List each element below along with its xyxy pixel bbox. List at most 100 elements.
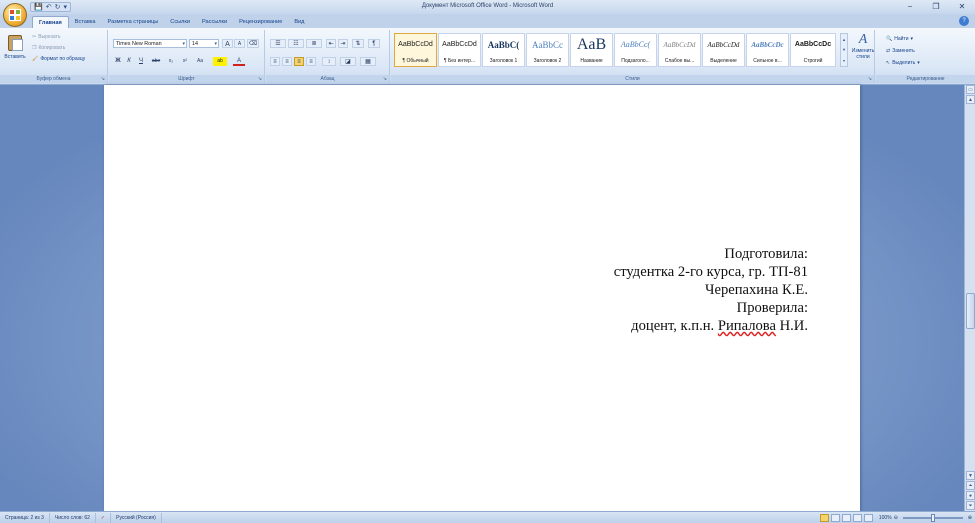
strikethrough-button[interactable]: abe bbox=[149, 57, 163, 66]
dialog-launcher-icon[interactable]: ↘ bbox=[383, 76, 387, 82]
document-line[interactable]: Черепахина К.Е. bbox=[614, 281, 808, 299]
tab-insert[interactable]: Вставка bbox=[69, 16, 102, 28]
superscript-button[interactable]: x² bbox=[179, 57, 191, 66]
document-line[interactable]: доцент, к.п.н. Рипалова Н.И. bbox=[614, 317, 808, 335]
office-button[interactable] bbox=[3, 3, 27, 27]
browse-object-icon[interactable]: ● bbox=[966, 491, 975, 500]
decrease-indent-button[interactable]: ⇤ bbox=[326, 39, 336, 48]
zoom-level[interactable]: 100% bbox=[879, 515, 892, 521]
copy-button[interactable]: ❐ Копировать bbox=[32, 45, 65, 51]
align-left-button[interactable]: ≡ bbox=[270, 57, 280, 66]
show-marks-button[interactable]: ¶ bbox=[368, 39, 380, 48]
justify-button[interactable]: ≡ bbox=[306, 57, 316, 66]
font-name-combo[interactable]: Times New Roman ▾ bbox=[113, 39, 187, 48]
web-layout-icon[interactable] bbox=[841, 513, 851, 522]
style-normal[interactable]: AaBbCcDd ¶ Обычный bbox=[394, 33, 437, 67]
tab-view[interactable]: Вид bbox=[288, 16, 310, 28]
full-screen-reading-icon[interactable] bbox=[830, 513, 840, 522]
style-strong[interactable]: AaBbCcDc Строгий bbox=[790, 33, 836, 67]
scroll-down-icon[interactable]: ▼ bbox=[966, 471, 975, 480]
align-center-button[interactable]: ≡ bbox=[282, 57, 292, 66]
tab-home[interactable]: Главная bbox=[32, 16, 69, 28]
print-layout-view-icon[interactable] bbox=[819, 513, 829, 522]
clipboard-icon bbox=[8, 35, 23, 51]
italic-button[interactable]: К bbox=[124, 57, 134, 66]
bold-button[interactable]: Ж bbox=[113, 57, 123, 66]
previous-page-icon[interactable]: ⏶ bbox=[966, 481, 975, 490]
group-label-font: Шрифт bbox=[109, 75, 264, 83]
replace-button[interactable]: ⇄ Заменить bbox=[886, 48, 915, 54]
dialog-launcher-icon[interactable]: ↘ bbox=[101, 76, 105, 82]
group-font: Times New Roman ▾ 14 ▾ A A ⌫ Ж К Ч abe x₂ … bbox=[109, 30, 265, 83]
tab-review[interactable]: Рецензирование bbox=[233, 16, 288, 28]
font-color-button[interactable]: A bbox=[233, 57, 245, 66]
next-page-icon[interactable]: ⏷ bbox=[966, 501, 975, 510]
select-button[interactable]: ↖ Выделить ▾ bbox=[886, 60, 920, 66]
style-subtle-emphasis[interactable]: AaBbCcDd Слабое вы... bbox=[658, 33, 701, 67]
tab-mailings[interactable]: Рассылки bbox=[196, 16, 233, 28]
style-no-spacing[interactable]: AaBbCcDd ¶ Без интер... bbox=[438, 33, 481, 67]
line-spacing-button[interactable]: ↕ bbox=[322, 57, 336, 66]
zoom-slider-handle[interactable] bbox=[930, 513, 935, 522]
style-subtitle[interactable]: AaBbCc( Подзаголо... bbox=[614, 33, 657, 67]
multilevel-list-button[interactable]: ≣ bbox=[306, 39, 322, 48]
outline-view-icon[interactable] bbox=[852, 513, 862, 522]
document-line[interactable]: Проверила: bbox=[614, 299, 808, 317]
word-count[interactable]: Число слов: 62 bbox=[50, 512, 96, 523]
zoom-out-icon[interactable]: ⊖ bbox=[894, 515, 898, 521]
help-icon[interactable]: ? bbox=[959, 16, 969, 26]
restore-button[interactable]: ❐ bbox=[923, 0, 949, 14]
style-intense-emphasis[interactable]: AaBbCcDc Сильное в... bbox=[746, 33, 789, 67]
change-styles-button[interactable]: A Изменить стили bbox=[851, 32, 875, 60]
style-emphasis[interactable]: AaBbCcDd Выделение bbox=[702, 33, 745, 67]
ruler-toggle-icon[interactable]: ▭ bbox=[966, 85, 975, 94]
shading-button[interactable]: ◪ bbox=[340, 57, 356, 66]
document-page[interactable]: Подготовила: студентка 2-го курса, гр. Т… bbox=[104, 85, 860, 511]
style-heading-1[interactable]: AaBbC( Заголовок 1 bbox=[482, 33, 525, 67]
increase-indent-button[interactable]: ⇥ bbox=[338, 39, 348, 48]
more-icon[interactable]: ▾ bbox=[843, 58, 845, 63]
dialog-launcher-icon[interactable]: ↘ bbox=[258, 76, 262, 82]
format-painter-button[interactable]: 🖌 Формат по образцу bbox=[32, 56, 85, 62]
vertical-scrollbar[interactable]: ▭ ▲ ▼ ⏶ ● ⏷ bbox=[964, 85, 975, 511]
chevron-down-icon: ▾ bbox=[214, 41, 217, 47]
underline-button[interactable]: Ч bbox=[135, 57, 147, 66]
style-title[interactable]: AaB Название bbox=[570, 33, 613, 67]
font-size-combo[interactable]: 14 ▾ bbox=[189, 39, 219, 48]
page-counter[interactable]: Страница: 2 из 3 bbox=[0, 512, 50, 523]
paste-button[interactable]: Вставить bbox=[3, 33, 27, 73]
find-button[interactable]: 🔍 Найти ▾ bbox=[886, 36, 913, 42]
scroll-up-icon[interactable]: ▲ bbox=[966, 95, 975, 104]
zoom-in-icon[interactable]: ⊕ bbox=[968, 515, 972, 521]
subscript-button[interactable]: x₂ bbox=[165, 57, 177, 66]
document-line[interactable]: Подготовила: bbox=[614, 245, 808, 263]
bullets-button[interactable]: ☰ bbox=[270, 39, 286, 48]
dialog-launcher-icon[interactable]: ↘ bbox=[868, 76, 872, 82]
change-case-button[interactable]: Aa bbox=[193, 57, 207, 66]
highlight-button[interactable]: ab bbox=[213, 57, 227, 66]
zoom-slider[interactable] bbox=[902, 513, 963, 522]
grow-font-button[interactable]: A bbox=[222, 39, 233, 48]
scrollbar-thumb[interactable] bbox=[966, 293, 975, 329]
clear-formatting-button[interactable]: ⌫ bbox=[247, 39, 259, 48]
style-heading-2[interactable]: AaBbCc Заголовок 2 bbox=[526, 33, 569, 67]
cut-button[interactable]: ✂ Вырезать bbox=[32, 34, 60, 40]
chevron-down-icon[interactable]: ▼ bbox=[842, 47, 846, 52]
align-right-button[interactable]: ≡ bbox=[294, 57, 304, 66]
close-button[interactable]: ✕ bbox=[949, 0, 975, 14]
minimize-button[interactable]: − bbox=[897, 0, 923, 14]
misspelled-word[interactable]: Рипалова bbox=[718, 318, 776, 334]
tab-references[interactable]: Ссылки bbox=[164, 16, 196, 28]
chevron-up-icon[interactable]: ▲ bbox=[842, 37, 846, 42]
styles-gallery-scroll[interactable]: ▲ ▼ ▾ bbox=[840, 33, 848, 67]
borders-button[interactable]: ▦ bbox=[360, 57, 376, 66]
draft-view-icon[interactable] bbox=[863, 513, 873, 522]
document-line[interactable]: студентка 2-го курса, гр. ТП-81 bbox=[614, 263, 808, 281]
language-indicator[interactable]: Русский (Россия) bbox=[111, 512, 162, 523]
tab-page-layout[interactable]: Разметка страницы bbox=[102, 16, 165, 28]
brush-icon: 🖌 bbox=[32, 56, 39, 62]
shrink-font-button[interactable]: A bbox=[234, 39, 245, 48]
sort-button[interactable]: ⇅ bbox=[352, 39, 364, 48]
numbering-button[interactable]: ☷ bbox=[288, 39, 304, 48]
proofing-status[interactable]: ✓ bbox=[96, 512, 112, 523]
